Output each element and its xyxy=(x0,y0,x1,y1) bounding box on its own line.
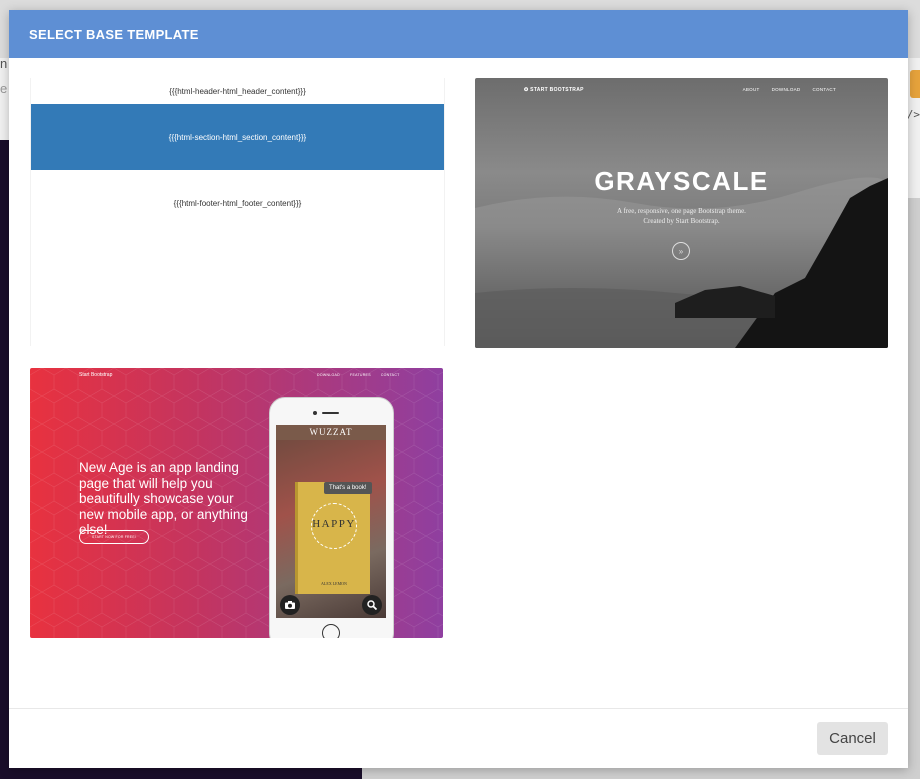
grayscale-nav-download: DOWNLOAD xyxy=(771,87,801,92)
grayscale-brand: ✪ START BOOTSTRAP xyxy=(524,87,584,93)
speech-bubble: That's a book! xyxy=(324,482,372,494)
book-author: ALEX LEMON xyxy=(321,581,347,586)
template-blank[interactable]: {{{html-header-html_header_content}}} {{… xyxy=(30,78,445,346)
new-age-headline: New Age is an app landing page that will… xyxy=(79,460,248,537)
grayscale-nav: ABOUT DOWNLOAD CONTACT xyxy=(743,87,836,92)
modal-header: SELECT BASE TEMPLATE xyxy=(9,10,908,58)
blank-section-placeholder: {{{html-section-html_section_content}}} xyxy=(31,104,444,170)
grayscale-nav-contact: CONTACT xyxy=(812,87,836,92)
template-grayscale[interactable]: ✪ START BOOTSTRAP ABOUT DOWNLOAD CONTACT… xyxy=(475,78,888,348)
select-template-modal: SELECT BASE TEMPLATE {{{html-header-html… xyxy=(9,10,908,768)
search-icon xyxy=(362,595,382,615)
phone-mockup: WUZZAT HAPPY ALEX LEMON That's a book! xyxy=(269,397,394,638)
grayscale-nav-about: ABOUT xyxy=(742,87,760,92)
chevron-down-icon: » xyxy=(672,242,690,260)
grayscale-subtitle-line1: A free, responsive, one page Bootstrap t… xyxy=(617,207,746,215)
camera-icon xyxy=(280,595,300,615)
grayscale-subtitle: A free, responsive, one page Bootstrap t… xyxy=(475,206,888,226)
book-cover: HAPPY ALEX LEMON xyxy=(295,482,370,594)
modal-footer: Cancel xyxy=(9,708,908,768)
new-age-nav-contact: CONTACT xyxy=(380,373,400,377)
grayscale-subtitle-line2: Created by Start Bootstrap. xyxy=(643,217,720,225)
background-text-bottom: e xyxy=(0,81,8,96)
blank-footer-placeholder: {{{html-footer-html_footer_content}}} xyxy=(173,198,302,208)
phone-camera xyxy=(313,411,317,415)
phone-screen: WUZZAT HAPPY ALEX LEMON That's a book! xyxy=(276,425,386,618)
phone-speaker xyxy=(322,412,339,414)
template-new-age[interactable]: Start Bootstrap DOWNLOAD FEATURES CONTAC… xyxy=(30,368,443,638)
phone-home-button xyxy=(322,624,340,638)
modal-body: {{{html-header-html_header_content}}} {{… xyxy=(9,58,908,708)
blank-header-placeholder: {{{html-header-html_header_content}}} xyxy=(169,86,306,96)
background-orange-button xyxy=(910,70,920,98)
modal-title: SELECT BASE TEMPLATE xyxy=(29,26,199,42)
new-age-nav: DOWNLOAD FEATURES CONTACT xyxy=(317,373,400,377)
book-title: HAPPY xyxy=(312,518,356,530)
app-title-bar: WUZZAT xyxy=(276,425,386,440)
grayscale-title: GRAYSCALE xyxy=(594,166,769,196)
cancel-button[interactable]: Cancel xyxy=(817,722,888,755)
new-age-start-button: START NOW FOR FREE! xyxy=(79,530,149,544)
new-age-nav-download: DOWNLOAD xyxy=(317,373,341,377)
new-age-brand: Start Bootstrap xyxy=(79,372,113,378)
new-age-nav-features: FEATURES xyxy=(350,373,371,377)
background-text-top: n xyxy=(0,56,8,71)
